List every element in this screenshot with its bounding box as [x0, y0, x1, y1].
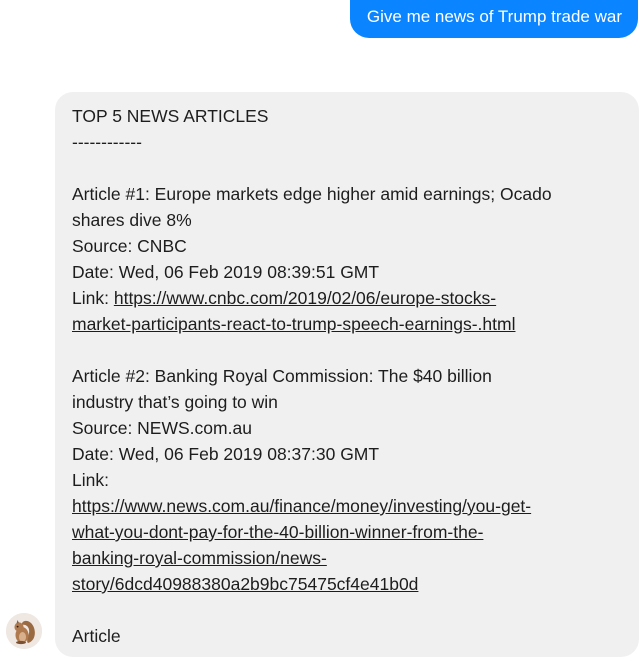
article-source: Source: NEWS.com.au — [72, 418, 252, 438]
article-link[interactable]: banking-royal-commission/news- — [72, 545, 623, 571]
article-trailing-text: Article — [72, 626, 121, 646]
bot-message-bubble: TOP 5 NEWS ARTICLES ------------ Article… — [55, 92, 639, 657]
article-date: Date: Wed, 06 Feb 2019 08:39:51 GMT — [72, 262, 380, 282]
article-date: Date: Wed, 06 Feb 2019 08:37:30 GMT — [72, 444, 380, 464]
article-title-line: Article #1: Europe markets edge higher a… — [72, 184, 552, 204]
article-block: Article #2: Banking Royal Commission: Th… — [72, 363, 623, 597]
article-link[interactable]: https://www.news.com.au/finance/money/in… — [72, 493, 623, 519]
user-message-text: Give me news of Trump trade war — [366, 7, 622, 26]
news-heading: TOP 5 NEWS ARTICLES — [72, 106, 269, 126]
article-link[interactable]: https://www.cnbc.com/2019/02/06/europe-s… — [114, 288, 496, 308]
article-link[interactable]: story/6dcd40988380a2b9bc75475cf4e41b0d — [72, 571, 623, 597]
chat-thread: Give me news of Trump trade war TOP 5 NE… — [0, 0, 640, 669]
article-link[interactable]: market-participants-react-to-trump-speec… — [72, 311, 623, 337]
bot-avatar[interactable] — [6, 613, 42, 649]
article-block: Article #1: Europe markets edge higher a… — [72, 181, 623, 337]
article-title-line: shares dive 8% — [72, 210, 192, 230]
article-link-label: Link: — [72, 470, 109, 490]
article-source: Source: CNBC — [72, 236, 187, 256]
article-link-label: Link: — [72, 288, 109, 308]
article-title-line: industry that’s going to win — [72, 392, 278, 412]
article-link[interactable]: what-you-dont-pay-for-the-40-billion-win… — [72, 519, 623, 545]
user-message-bubble: Give me news of Trump trade war — [349, 0, 638, 38]
news-divider: ------------ — [72, 132, 142, 152]
article-title-line: Article #2: Banking Royal Commission: Th… — [72, 366, 492, 386]
squirrel-avatar-icon — [6, 613, 42, 649]
